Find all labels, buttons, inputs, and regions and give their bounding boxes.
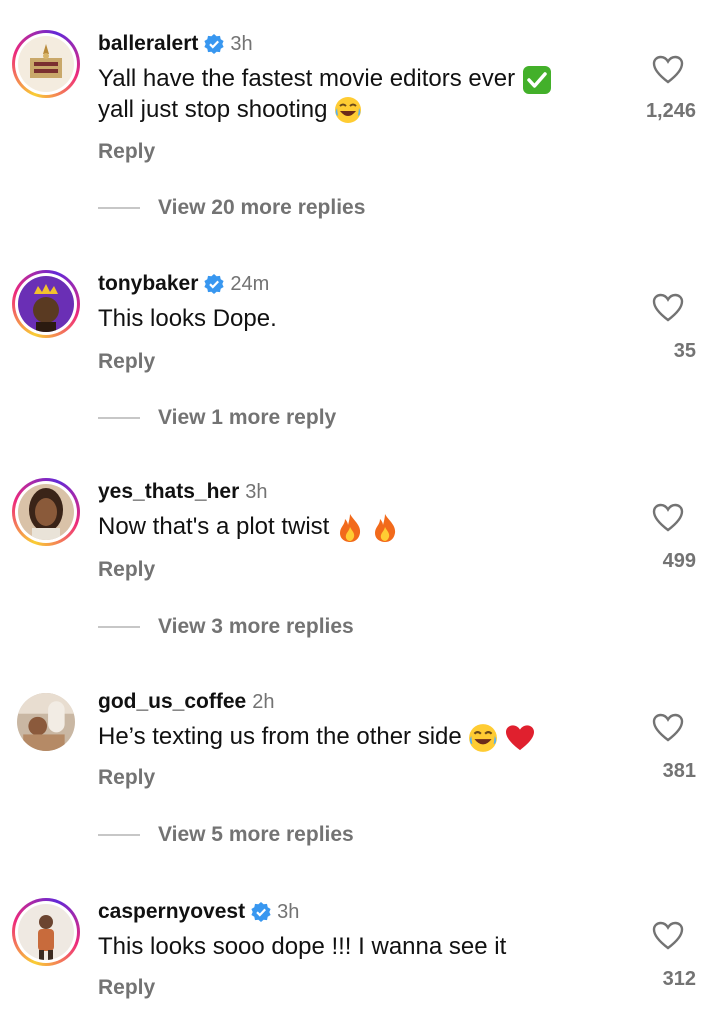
red-heart-emoji-icon <box>506 725 535 750</box>
verified-badge-icon <box>251 902 271 922</box>
like-heart-icon[interactable] <box>648 500 688 536</box>
comment-text: Yall have the fastest movie editors ever… <box>98 64 618 125</box>
like-count: 499 <box>662 550 696 572</box>
view-replies-label: View 20 more replies <box>158 196 366 219</box>
verified-badge-icon <box>204 274 224 294</box>
username[interactable]: yes_thats_her <box>98 480 239 504</box>
tears-of-joy-emoji-icon <box>335 97 362 124</box>
reply-button[interactable]: Reply <box>98 140 155 164</box>
comment-text: This looks Dope. <box>98 305 277 332</box>
username[interactable]: tonybaker <box>98 272 198 296</box>
avatar-caspernyovest[interactable] <box>12 898 80 966</box>
like-heart-icon[interactable] <box>648 290 688 326</box>
comment-text: Now that's a plot twist <box>98 512 618 543</box>
verified-badge-icon <box>204 34 224 54</box>
check-mark-emoji-icon <box>522 65 551 94</box>
view-replies-label: View 3 more replies <box>158 615 354 638</box>
reply-button[interactable]: Reply <box>98 558 155 582</box>
divider-line <box>98 207 140 209</box>
like-heart-icon[interactable] <box>648 918 688 954</box>
view-replies-button[interactable]: View 20 more replies <box>98 196 365 220</box>
comment-text: He’s texting us from the other side <box>98 722 658 753</box>
comment-text: This looks sooo dope !!! I wanna see it <box>98 933 507 960</box>
reply-button[interactable]: Reply <box>98 976 155 1000</box>
username[interactable]: balleralert <box>98 32 198 56</box>
fire-emoji-icon <box>374 513 395 542</box>
view-replies-label: View 5 more replies <box>158 823 354 846</box>
like-heart-icon[interactable] <box>648 52 688 88</box>
timestamp: 2h <box>252 690 275 713</box>
timestamp: 3h <box>230 32 253 55</box>
view-replies-label: View 1 more reply <box>158 406 337 429</box>
view-replies-button[interactable]: View 3 more replies <box>98 615 354 639</box>
timestamp: 24m <box>230 272 270 295</box>
view-replies-button[interactable]: View 1 more reply <box>98 406 336 430</box>
like-count: 1,246 <box>645 100 696 122</box>
like-count: 35 <box>673 340 696 362</box>
divider-line <box>98 626 140 628</box>
username[interactable]: god_us_coffee <box>98 690 246 714</box>
username[interactable]: caspernyovest <box>98 900 245 924</box>
timestamp: 3h <box>245 480 268 503</box>
avatar-yes_thats_her[interactable] <box>12 478 80 546</box>
reply-button[interactable]: Reply <box>98 350 155 374</box>
avatar-god_us_coffee[interactable] <box>12 688 80 756</box>
view-replies-button[interactable]: View 5 more replies <box>98 823 354 847</box>
tears-of-joy-emoji-icon <box>469 723 498 752</box>
divider-line <box>98 834 140 836</box>
like-count: 312 <box>662 968 696 990</box>
like-heart-icon[interactable] <box>648 710 688 746</box>
timestamp: 3h <box>277 900 300 923</box>
avatar-balleralert[interactable] <box>12 30 80 98</box>
reply-button[interactable]: Reply <box>98 766 155 790</box>
divider-line <box>98 417 140 419</box>
fire-emoji-icon <box>340 513 361 542</box>
avatar-tonybaker[interactable] <box>12 270 80 338</box>
like-count: 381 <box>662 760 696 782</box>
